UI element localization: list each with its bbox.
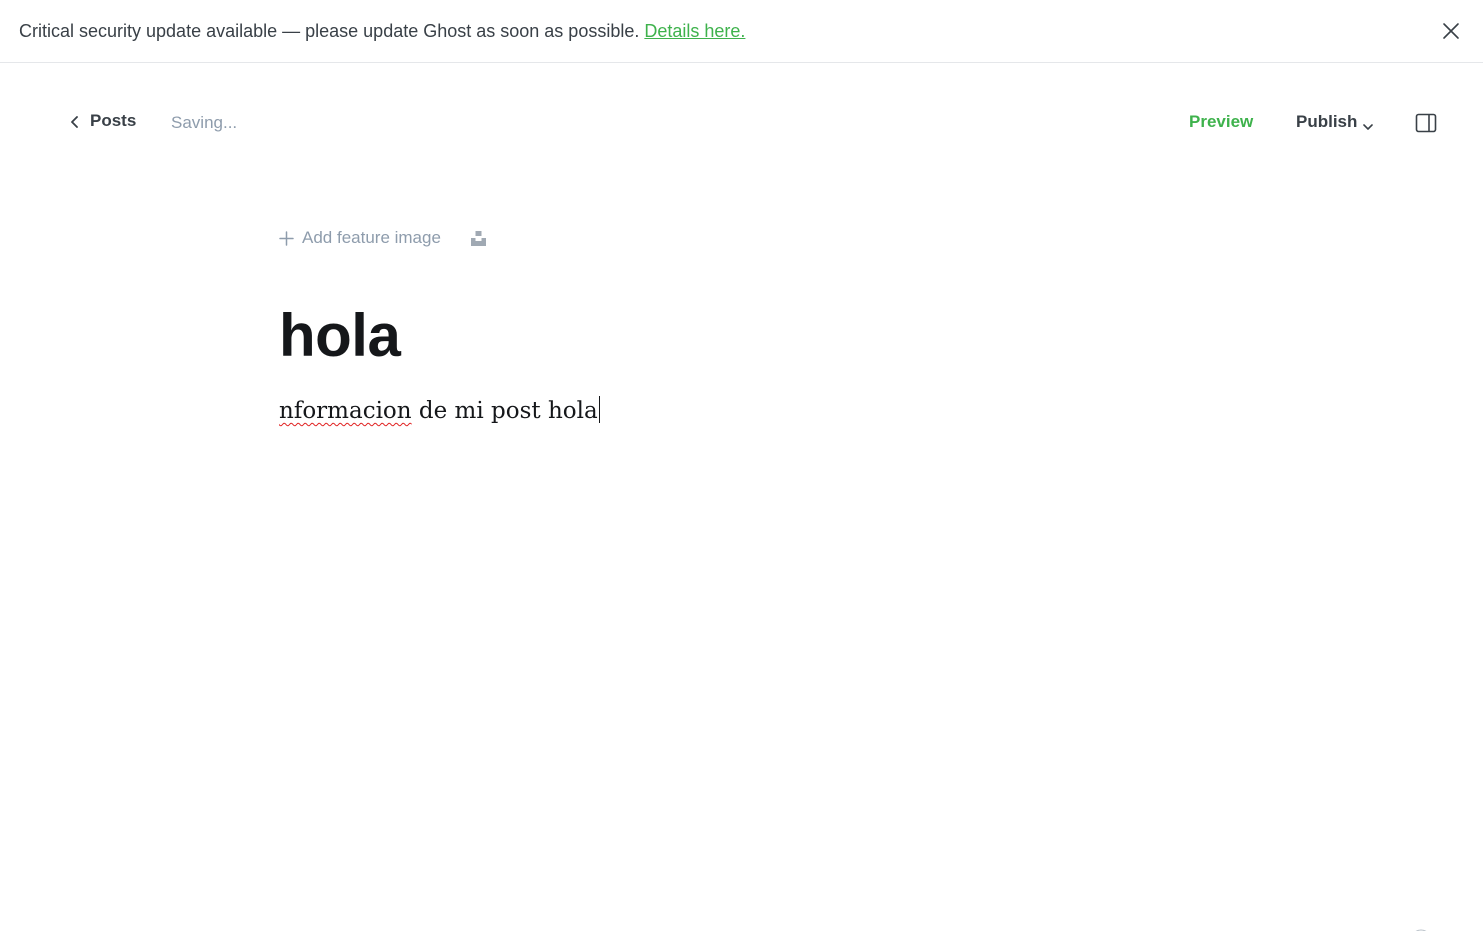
back-label: Posts [90,111,137,130]
chevron-left-icon [68,114,82,128]
publish-button[interactable]: Publish [1296,112,1374,132]
plus-icon [279,230,294,246]
editor-header: Posts Saving... Preview Publish [0,63,1483,183]
misspelled-word: nformacion [279,398,412,424]
add-feature-image-button[interactable]: Add feature image [279,228,441,248]
save-status: Saving... [171,113,238,132]
security-update-banner: Critical security update available — ple… [0,0,1483,63]
banner-message: Critical security update available — ple… [19,20,640,41]
add-feature-image-label: Add feature image [302,228,441,247]
chevron-down-icon [1362,118,1374,130]
preview-button[interactable]: Preview [1189,112,1253,132]
bottom-corner-icons [1370,922,1470,931]
post-title[interactable]: hola [279,296,401,376]
post-body-editor[interactable]: nformacion de mi post hola [279,393,600,429]
publish-label: Publish [1296,112,1358,131]
post-body-text: de mi post hola [411,398,598,424]
feature-image-row: Add feature image [279,228,487,248]
unsplash-icon[interactable] [470,230,487,247]
banner-details-link[interactable]: Details here. [644,21,745,42]
close-icon[interactable] [1441,21,1461,41]
back-to-posts-button[interactable]: Posts [68,111,136,131]
settings-sidebar-toggle-icon[interactable] [1415,113,1437,133]
text-caret [598,396,600,423]
